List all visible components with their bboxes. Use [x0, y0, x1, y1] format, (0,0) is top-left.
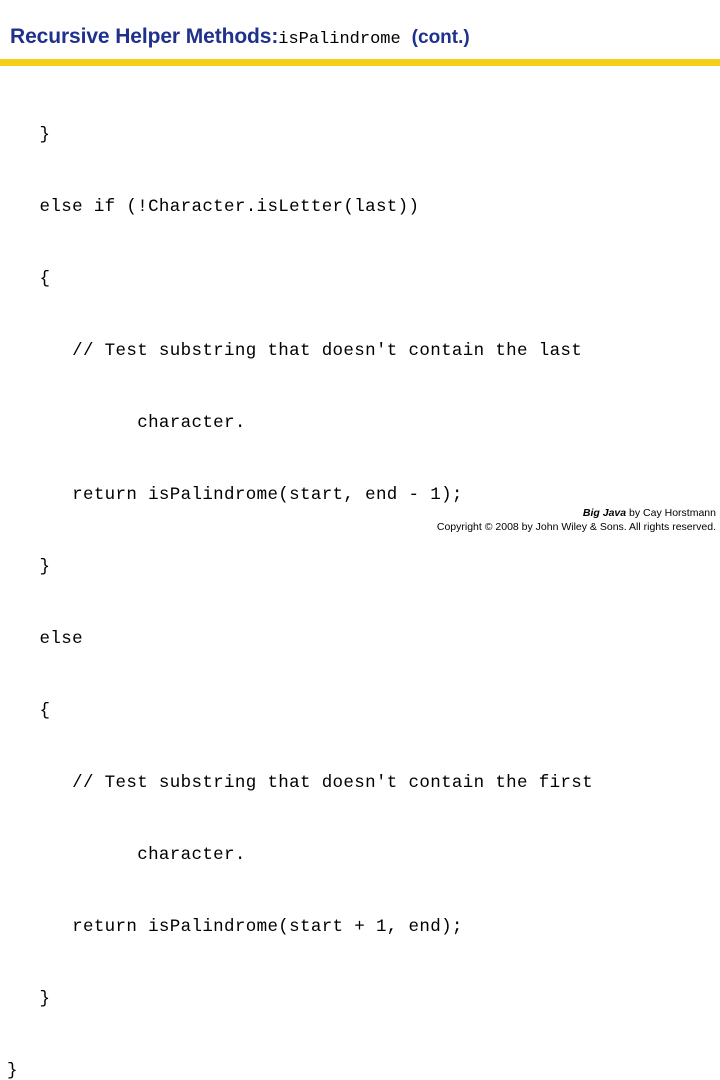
code-line: character. — [7, 413, 246, 433]
code-line: else — [7, 629, 83, 649]
code-line: { — [7, 269, 51, 289]
code-line: return isPalindrome(start + 1, end); — [7, 917, 463, 937]
slide-root: { "slide": { "title": { "main": "Recursi… — [0, 0, 720, 1080]
code-line: character. — [7, 845, 246, 865]
code-line: { — [7, 701, 51, 721]
code-line: else if (!Character.isLetter(last)) — [7, 197, 420, 217]
footer-author: by Cay Horstmann — [626, 507, 716, 519]
footer-book-line: Big Java by Cay Horstmann — [437, 506, 716, 520]
footer-copyright: Copyright © 2008 by John Wiley & Sons. A… — [436, 521, 716, 533]
code-line: } — [7, 989, 51, 1009]
title-divider — [0, 59, 720, 66]
code-line: // Test substring that doesn't contain t… — [7, 773, 593, 793]
page-title-continuation: (cont.) — [411, 27, 470, 48]
page-title-method-name: isPalindrome — [278, 30, 401, 49]
code-line: } — [7, 1061, 18, 1080]
code-line: } — [7, 557, 51, 577]
page-title-main: Recursive Helper Methods: — [10, 25, 279, 48]
footer-book-title: Big Java — [582, 507, 627, 519]
code-line: return isPalindrome(start, end - 1); — [7, 485, 463, 505]
code-block: } else if (!Character.isLetter(last)) { … — [7, 75, 713, 1080]
page-title: Recursive Helper Methods:isPalindrome (co… — [10, 26, 470, 48]
footer-attribution: Big Java by Cay Horstmann Copyright © 20… — [437, 506, 716, 534]
code-line: } — [7, 125, 51, 145]
code-line: // Test substring that doesn't contain t… — [7, 341, 583, 361]
